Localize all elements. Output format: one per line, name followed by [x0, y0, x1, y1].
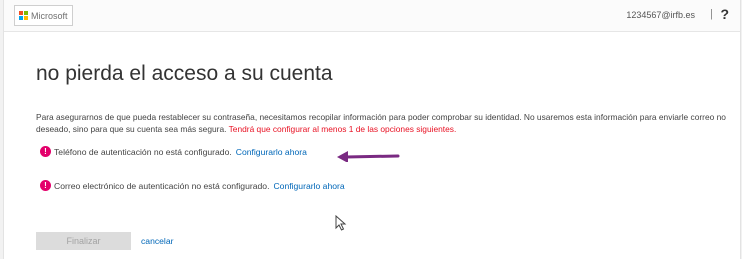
arrow-left-icon — [337, 151, 400, 162]
intro-text: Para asegurarnos de que pueda restablece… — [36, 111, 726, 135]
exclamation-circle-icon: ! — [40, 146, 51, 157]
page-frame: Microsoft 1234567@irfb.es | ? no pierda … — [3, 0, 741, 259]
help-icon[interactable]: ? — [720, 6, 729, 22]
exclamation-circle-icon: ! — [40, 180, 51, 191]
option-email-text: Correo electrónico de autenticación no e… — [54, 180, 270, 191]
cancel-link[interactable]: cancelar — [141, 236, 173, 246]
microsoft-logo-icon — [19, 11, 28, 20]
option-email: ! Correo electrónico de autenticación no… — [40, 180, 345, 191]
page-title: no pierda el acceso a su cuenta — [36, 62, 333, 85]
top-bar: Microsoft 1234567@irfb.es | ? — [4, 0, 740, 32]
finish-button[interactable]: Finalizar — [36, 232, 131, 250]
user-email[interactable]: 1234567@irfb.es — [626, 10, 695, 20]
option-phone: ! Teléfono de autenticación no está conf… — [40, 146, 307, 157]
configure-email-link[interactable]: Configurarlo ahora — [273, 181, 344, 191]
microsoft-logo: Microsoft — [14, 5, 73, 26]
intro-warning: Tendrá que configurar al menos 1 de las … — [228, 124, 457, 134]
option-phone-text: Teléfono de autenticación no está config… — [54, 146, 232, 157]
mouse-cursor-icon — [335, 215, 347, 231]
configure-phone-link[interactable]: Configurarlo ahora — [236, 147, 307, 157]
microsoft-logo-text: Microsoft — [31, 10, 68, 21]
header-separator: | — [710, 8, 713, 20]
